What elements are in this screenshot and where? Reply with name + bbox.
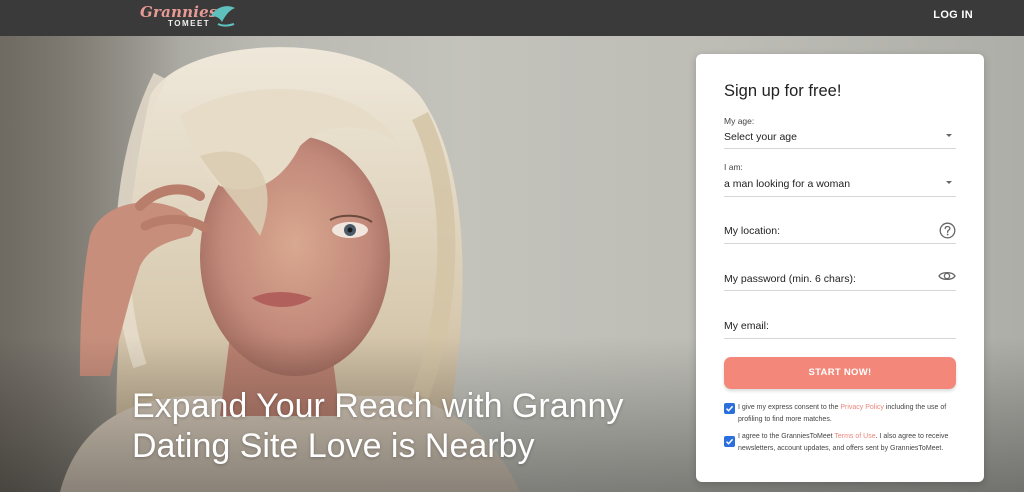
start-now-button[interactable]: START NOW! [724, 357, 956, 389]
logo-sub-text: TOMEET [168, 19, 211, 28]
password-input[interactable]: My password (min. 6 chars): [724, 261, 956, 291]
hero-headline: Expand Your Reach with Granny Dating Sit… [132, 386, 672, 466]
logo-hat-icon [211, 6, 235, 27]
terms-of-use-link[interactable]: Terms of Use [834, 433, 875, 440]
eye-icon[interactable] [938, 269, 956, 283]
checkmark-icon [725, 405, 734, 412]
signup-card: Sign up for free! My age: Select your ag… [696, 54, 984, 482]
checkmark-icon [725, 438, 734, 445]
consent-privacy-text: I give my express consent to the Privacy… [738, 402, 964, 426]
consent-terms: I agree to the GranniesToMeet Terms of U… [724, 431, 964, 455]
login-link[interactable]: LOG IN [933, 9, 973, 21]
location-input[interactable]: My location: [724, 214, 956, 244]
privacy-policy-link[interactable]: Privacy Policy [840, 404, 884, 411]
consent-terms-text: I agree to the GranniesToMeet Terms of U… [738, 431, 964, 455]
hero-headline-line2: Dating Site Love is Nearby [132, 427, 535, 465]
consent-privacy: I give my express consent to the Privacy… [724, 402, 964, 426]
gender-preference-select[interactable]: I am: a man looking for a woman [724, 160, 956, 197]
terms-consent-checkbox[interactable] [724, 436, 735, 447]
iam-label: I am: [724, 162, 743, 172]
consent1-before: I give my express consent to the [738, 404, 841, 411]
email-input[interactable]: My email: [724, 309, 956, 339]
age-label: My age: [724, 116, 755, 126]
privacy-consent-checkbox[interactable] [724, 403, 735, 414]
top-navbar: Grannies TOMEET LOG IN [0, 0, 1024, 36]
chevron-down-icon [946, 134, 952, 137]
signup-title: Sign up for free! [724, 82, 842, 100]
hero-headline-line1: Expand Your Reach with Granny [132, 387, 624, 425]
age-value: Select your age [724, 131, 797, 143]
chevron-down-icon [946, 181, 952, 184]
iam-value: a man looking for a woman [724, 178, 851, 190]
location-placeholder: My location: [724, 225, 781, 237]
consent2-before: I agree to the GranniesToMeet [738, 433, 835, 440]
password-placeholder: My password (min. 6 chars): [724, 273, 856, 285]
site-logo[interactable]: Grannies TOMEET [140, 2, 240, 32]
email-placeholder: My email: [724, 320, 769, 332]
help-icon[interactable] [939, 222, 956, 239]
age-select[interactable]: My age: Select your age [724, 112, 956, 149]
